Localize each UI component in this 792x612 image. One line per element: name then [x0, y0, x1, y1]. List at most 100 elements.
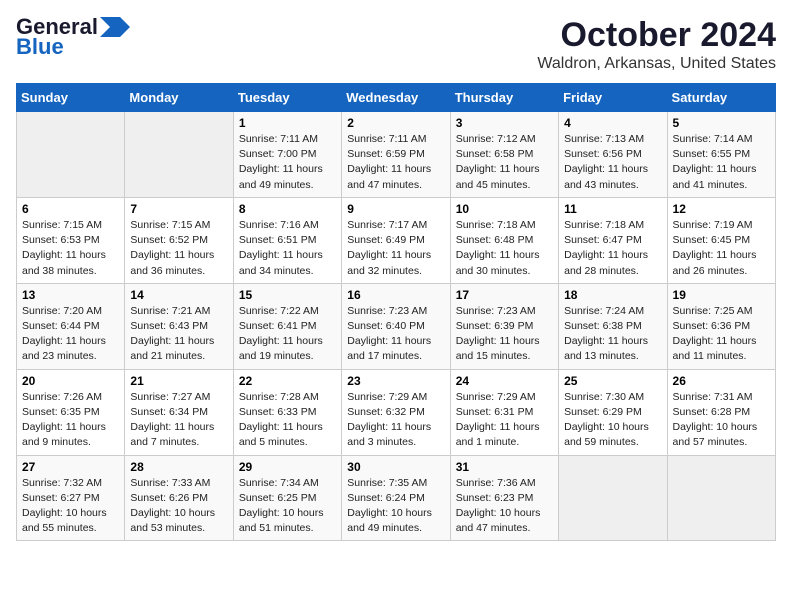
cell-sun-info: Sunrise: 7:34 AMSunset: 6:25 PMDaylight:…	[239, 476, 336, 537]
calendar-cell: 28 Sunrise: 7:33 AMSunset: 6:26 PMDayligh…	[125, 455, 233, 541]
calendar-week-5: 27 Sunrise: 7:32 AMSunset: 6:27 PMDayligh…	[17, 455, 776, 541]
calendar-cell: 16 Sunrise: 7:23 AMSunset: 6:40 PMDayligh…	[342, 283, 450, 369]
logo-arrow-icon	[100, 17, 130, 37]
day-number: 6	[22, 202, 119, 216]
page-title: October 2024	[537, 16, 776, 55]
cell-sun-info: Sunrise: 7:29 AMSunset: 6:32 PMDaylight:…	[347, 390, 444, 451]
calendar-cell: 17 Sunrise: 7:23 AMSunset: 6:39 PMDayligh…	[450, 283, 558, 369]
day-number: 20	[22, 374, 119, 388]
day-header-monday: Monday	[125, 84, 233, 112]
day-number: 25	[564, 374, 661, 388]
calendar-cell: 10 Sunrise: 7:18 AMSunset: 6:48 PMDayligh…	[450, 197, 558, 283]
calendar-cell: 25Sunrise: 7:30 AMSunset: 6:29 PMDayligh…	[559, 369, 667, 455]
day-header-thursday: Thursday	[450, 84, 558, 112]
day-number: 8	[239, 202, 336, 216]
day-number: 29	[239, 460, 336, 474]
cell-sun-info: Sunrise: 7:18 AMSunset: 6:48 PMDaylight:…	[456, 218, 553, 279]
calendar-cell: 6 Sunrise: 7:15 AMSunset: 6:53 PMDaylight…	[17, 197, 125, 283]
day-number: 16	[347, 288, 444, 302]
calendar-cell: 14Sunrise: 7:21 AMSunset: 6:43 PMDayligh…	[125, 283, 233, 369]
cell-sun-info: Sunrise: 7:21 AMSunset: 6:43 PMDaylight:…	[130, 304, 227, 365]
calendar-cell: 15 Sunrise: 7:22 AMSunset: 6:41 PMDayligh…	[233, 283, 341, 369]
cell-sun-info: Sunrise: 7:15 AMSunset: 6:52 PMDaylight:…	[130, 218, 227, 279]
day-header-tuesday: Tuesday	[233, 84, 341, 112]
calendar-cell	[559, 455, 667, 541]
calendar-cell: 22Sunrise: 7:28 AMSunset: 6:33 PMDayligh…	[233, 369, 341, 455]
day-number: 26	[673, 374, 770, 388]
calendar-week-2: 6 Sunrise: 7:15 AMSunset: 6:53 PMDaylight…	[17, 197, 776, 283]
day-number: 2	[347, 116, 444, 130]
calendar-week-3: 13 Sunrise: 7:20 AMSunset: 6:44 PMDayligh…	[17, 283, 776, 369]
day-number: 11	[564, 202, 661, 216]
logo-blue: Blue	[16, 34, 64, 60]
page-subtitle: Waldron, Arkansas, United States	[537, 55, 776, 73]
cell-sun-info: Sunrise: 7:33 AMSunset: 6:26 PMDaylight:…	[130, 476, 227, 537]
calendar-cell	[17, 112, 125, 198]
day-number: 7	[130, 202, 227, 216]
calendar-header-row: SundayMondayTuesdayWednesdayThursdayFrid…	[17, 84, 776, 112]
cell-sun-info: Sunrise: 7:13 AMSunset: 6:56 PMDaylight:…	[564, 132, 661, 193]
cell-sun-info: Sunrise: 7:36 AMSunset: 6:23 PMDaylight:…	[456, 476, 553, 537]
day-number: 22	[239, 374, 336, 388]
day-number: 24	[456, 374, 553, 388]
day-number: 9	[347, 202, 444, 216]
calendar-cell: 13 Sunrise: 7:20 AMSunset: 6:44 PMDayligh…	[17, 283, 125, 369]
calendar-cell: 18 Sunrise: 7:24 AMSunset: 6:38 PMDayligh…	[559, 283, 667, 369]
calendar-cell: 5Sunrise: 7:14 AMSunset: 6:55 PMDaylight…	[667, 112, 775, 198]
title-block: October 2024 Waldron, Arkansas, United S…	[537, 16, 776, 73]
day-number: 17	[456, 288, 553, 302]
cell-sun-info: Sunrise: 7:11 AMSunset: 7:00 PMDaylight:…	[239, 132, 336, 193]
calendar-cell: 2 Sunrise: 7:11 AMSunset: 6:59 PMDaylight…	[342, 112, 450, 198]
logo: General Blue	[16, 16, 130, 60]
day-number: 31	[456, 460, 553, 474]
cell-sun-info: Sunrise: 7:15 AMSunset: 6:53 PMDaylight:…	[22, 218, 119, 279]
calendar-cell: 20 Sunrise: 7:26 AMSunset: 6:35 PMDayligh…	[17, 369, 125, 455]
cell-sun-info: Sunrise: 7:23 AMSunset: 6:40 PMDaylight:…	[347, 304, 444, 365]
cell-sun-info: Sunrise: 7:35 AMSunset: 6:24 PMDaylight:…	[347, 476, 444, 537]
calendar-cell: 7 Sunrise: 7:15 AMSunset: 6:52 PMDaylight…	[125, 197, 233, 283]
calendar-cell: 19 Sunrise: 7:25 AMSunset: 6:36 PMDayligh…	[667, 283, 775, 369]
cell-sun-info: Sunrise: 7:29 AMSunset: 6:31 PMDaylight:…	[456, 390, 553, 451]
day-header-saturday: Saturday	[667, 84, 775, 112]
cell-sun-info: Sunrise: 7:20 AMSunset: 6:44 PMDaylight:…	[22, 304, 119, 365]
cell-sun-info: Sunrise: 7:26 AMSunset: 6:35 PMDaylight:…	[22, 390, 119, 451]
calendar-cell: 12Sunrise: 7:19 AMSunset: 6:45 PMDayligh…	[667, 197, 775, 283]
calendar-cell: 9 Sunrise: 7:17 AMSunset: 6:49 PMDaylight…	[342, 197, 450, 283]
day-number: 15	[239, 288, 336, 302]
calendar-cell: 31 Sunrise: 7:36 AMSunset: 6:23 PMDayligh…	[450, 455, 558, 541]
cell-sun-info: Sunrise: 7:11 AMSunset: 6:59 PMDaylight:…	[347, 132, 444, 193]
day-header-friday: Friday	[559, 84, 667, 112]
day-number: 27	[22, 460, 119, 474]
day-header-wednesday: Wednesday	[342, 84, 450, 112]
cell-sun-info: Sunrise: 7:22 AMSunset: 6:41 PMDaylight:…	[239, 304, 336, 365]
calendar-cell	[125, 112, 233, 198]
day-number: 1	[239, 116, 336, 130]
day-number: 3	[456, 116, 553, 130]
calendar-cell: 21Sunrise: 7:27 AMSunset: 6:34 PMDayligh…	[125, 369, 233, 455]
calendar-cell: 3Sunrise: 7:12 AMSunset: 6:58 PMDaylight…	[450, 112, 558, 198]
cell-sun-info: Sunrise: 7:19 AMSunset: 6:45 PMDaylight:…	[673, 218, 770, 279]
calendar-cell	[667, 455, 775, 541]
calendar-cell: 8Sunrise: 7:16 AMSunset: 6:51 PMDaylight…	[233, 197, 341, 283]
day-number: 19	[673, 288, 770, 302]
day-number: 30	[347, 460, 444, 474]
calendar-cell: 11 Sunrise: 7:18 AMSunset: 6:47 PMDayligh…	[559, 197, 667, 283]
cell-sun-info: Sunrise: 7:17 AMSunset: 6:49 PMDaylight:…	[347, 218, 444, 279]
calendar-table: SundayMondayTuesdayWednesdayThursdayFrid…	[16, 83, 776, 541]
day-number: 28	[130, 460, 227, 474]
cell-sun-info: Sunrise: 7:18 AMSunset: 6:47 PMDaylight:…	[564, 218, 661, 279]
cell-sun-info: Sunrise: 7:23 AMSunset: 6:39 PMDaylight:…	[456, 304, 553, 365]
day-number: 13	[22, 288, 119, 302]
calendar-cell: 29 Sunrise: 7:34 AMSunset: 6:25 PMDayligh…	[233, 455, 341, 541]
cell-sun-info: Sunrise: 7:31 AMSunset: 6:28 PMDaylight:…	[673, 390, 770, 451]
calendar-cell: 24 Sunrise: 7:29 AMSunset: 6:31 PMDayligh…	[450, 369, 558, 455]
day-number: 10	[456, 202, 553, 216]
day-header-sunday: Sunday	[17, 84, 125, 112]
page-header: General Blue October 2024 Waldron, Arkan…	[16, 16, 776, 73]
cell-sun-info: Sunrise: 7:25 AMSunset: 6:36 PMDaylight:…	[673, 304, 770, 365]
day-number: 18	[564, 288, 661, 302]
cell-sun-info: Sunrise: 7:32 AMSunset: 6:27 PMDaylight:…	[22, 476, 119, 537]
calendar-cell: 1 Sunrise: 7:11 AMSunset: 7:00 PMDaylight…	[233, 112, 341, 198]
day-number: 21	[130, 374, 227, 388]
cell-sun-info: Sunrise: 7:24 AMSunset: 6:38 PMDaylight:…	[564, 304, 661, 365]
